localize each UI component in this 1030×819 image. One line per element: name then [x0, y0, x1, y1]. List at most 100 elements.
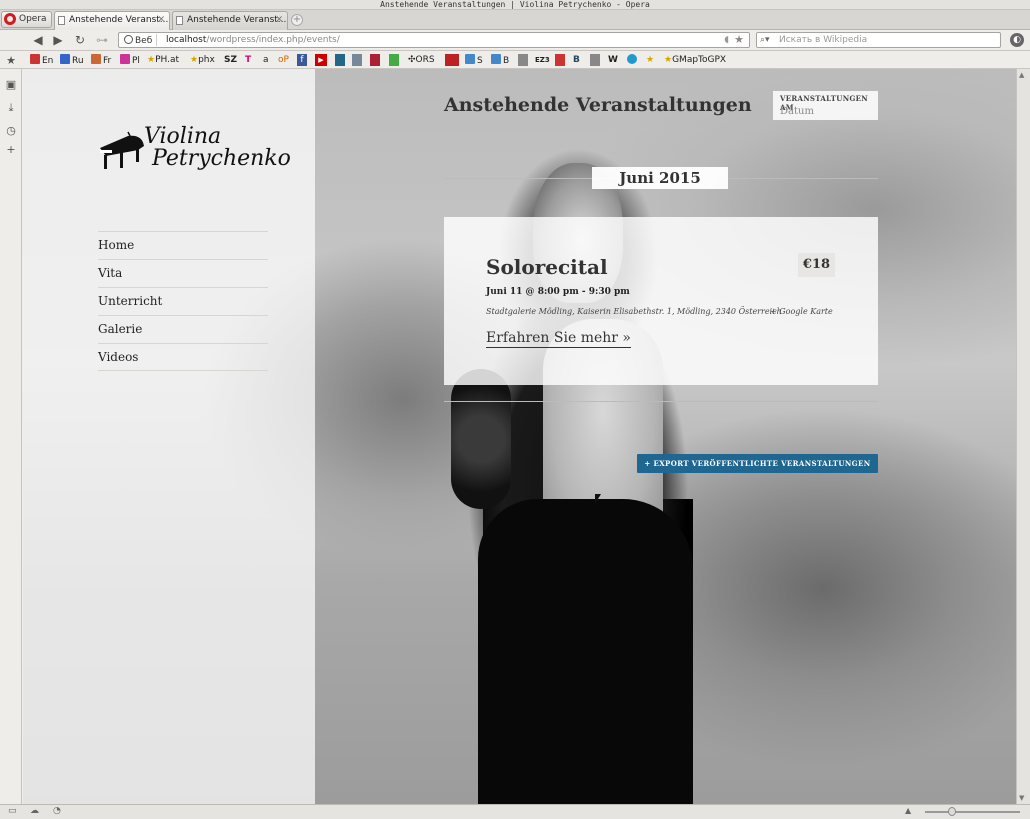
zoom-slider-handle[interactable]	[948, 807, 956, 816]
notes-panel-icon[interactable]: ▣	[5, 79, 17, 91]
panel-toggle-icon[interactable]: ▭	[8, 806, 17, 816]
bookmark-item[interactable]: ✣ORS	[408, 54, 435, 66]
play-icon[interactable]	[627, 54, 637, 64]
nav-item-videos[interactable]: Videos	[98, 343, 268, 371]
status-bar: ▭ ☁ ◔ ▲	[0, 804, 1030, 819]
bookmarks-panel-icon[interactable]: ★	[5, 55, 17, 67]
cloud-icon[interactable]: ☁	[30, 806, 39, 816]
url-host: localhost	[166, 35, 207, 45]
bookmark-star-icon[interactable]: ★	[734, 33, 744, 47]
scroll-down-icon[interactable]: ▼	[1019, 794, 1024, 802]
bookmark-item[interactable]: EZ3	[535, 54, 550, 66]
bookmark-item[interactable]: Pl	[120, 54, 140, 66]
tab-bar: Opera Anstehende Veranst... ✕ Anstehende…	[0, 10, 1030, 30]
key-icon[interactable]: ⊶	[94, 32, 110, 48]
close-tab-icon[interactable]: ✕	[275, 12, 283, 29]
bookmark-item[interactable]: ★phx	[190, 54, 215, 66]
date-filter-input[interactable]: Datum	[780, 106, 814, 117]
bookmark-icon[interactable]	[352, 54, 362, 66]
event-card: Solorecital €18 Juni 11 @ 8:00 pm - 9:30…	[444, 217, 878, 385]
opera-speed-icon[interactable]: ◐	[1010, 33, 1024, 47]
close-tab-icon[interactable]: ✕	[157, 12, 165, 29]
bookmark-icon[interactable]	[555, 54, 565, 66]
bookmark-icon[interactable]	[335, 54, 345, 66]
event-datetime: Juni 11 @ 8:00 pm - 9:30 pm	[486, 287, 630, 297]
search-placeholder: Искать в Wikipedia	[779, 35, 868, 45]
search-input[interactable]: ⌕▾ Искать в Wikipedia	[756, 32, 1001, 48]
mouse-cursor-icon	[595, 494, 601, 504]
flag-icon	[91, 54, 101, 64]
bookmark-item[interactable]: a	[263, 54, 269, 66]
tab-label: Anstehende Veranst...	[69, 15, 169, 25]
photo-figure-arm	[451, 369, 511, 509]
opera-menu-label: Opera	[19, 14, 47, 24]
nav-item-home[interactable]: Home	[98, 231, 268, 259]
url-path: /wordpress/index.php/events/	[206, 35, 340, 45]
rss-icon[interactable]: ◖	[724, 33, 729, 47]
wikipedia-icon[interactable]: W	[608, 54, 618, 66]
ors-icon: ✣	[408, 55, 416, 65]
bookmark-icon[interactable]	[370, 54, 380, 66]
nav-item-vita[interactable]: Vita	[98, 259, 268, 287]
bookmark-icon[interactable]	[590, 54, 600, 66]
flag-icon	[60, 54, 70, 64]
bookmark-item[interactable]: oP	[278, 54, 289, 66]
address-url[interactable]: localhost/wordpress/index.php/events/	[166, 33, 340, 47]
event-price-badge: €18	[798, 253, 835, 277]
forward-icon[interactable]: ▶	[50, 32, 66, 48]
bookmark-icon[interactable]	[389, 54, 399, 66]
scroll-up-icon[interactable]: ▲	[1019, 71, 1024, 79]
bookmark-item[interactable]: B	[491, 54, 509, 66]
opera-menu-button[interactable]: Opera	[1, 11, 52, 28]
sidebar-overlay	[23, 69, 315, 804]
reload-icon[interactable]: ↻	[72, 32, 88, 48]
event-divider	[444, 401, 878, 402]
zoom-arrow-icon[interactable]: ▲	[905, 806, 911, 815]
google-map-link[interactable]: + Google Karte	[770, 307, 833, 316]
page-viewport: Violina Petrychenko Home Vita Unterricht…	[23, 69, 1016, 804]
history-panel-icon[interactable]: ◷	[5, 125, 17, 137]
bookmark-icon[interactable]	[518, 54, 528, 66]
nav-item-galerie[interactable]: Galerie	[98, 315, 268, 343]
photo-figure-dress	[478, 499, 693, 804]
bookmark-item[interactable]: Fr	[91, 54, 111, 66]
vertical-scrollbar[interactable]: ▲ ▼	[1016, 69, 1030, 804]
globe-icon	[124, 35, 133, 44]
star-icon[interactable]: ★	[646, 54, 654, 66]
bookmark-item[interactable]: En	[30, 54, 53, 66]
speed-dial-icon[interactable]: ◔	[53, 806, 61, 816]
nav-item-unterricht[interactable]: Unterricht	[98, 287, 268, 315]
bookmark-item[interactable]: SZ	[224, 54, 237, 66]
zoom-slider[interactable]	[925, 811, 1020, 813]
date-filter[interactable]: VERANSTALTUNGEN AM Datum	[773, 91, 878, 120]
address-bar[interactable]: Веб localhost/wordpress/index.php/events…	[118, 32, 750, 48]
bookmark-icon[interactable]	[445, 54, 459, 66]
page-icon	[58, 16, 65, 25]
event-title[interactable]: Solorecital	[486, 255, 608, 279]
back-icon[interactable]: ◀	[30, 32, 46, 48]
site-info-badge[interactable]: Веб	[122, 34, 158, 46]
bookmark-item[interactable]: S	[465, 54, 483, 66]
site-logo[interactable]: Violina Petrychenko	[98, 124, 291, 174]
new-tab-icon[interactable]: +	[291, 14, 303, 26]
add-panel-icon[interactable]: +	[5, 144, 17, 156]
bookmark-item[interactable]: T	[245, 54, 251, 66]
logo-last-name: Petrychenko	[152, 146, 291, 171]
bookmark-icon	[465, 54, 475, 64]
navigation-bar: ◀ ▶ ↻ ⊶ Веб localhost/wordpress/index.ph…	[0, 30, 1030, 51]
tab-events-inactive[interactable]: Anstehende Veranst... ✕	[172, 11, 288, 30]
bookmark-item[interactable]: ★PH.at	[147, 54, 179, 66]
bookmark-item[interactable]: Ru	[60, 54, 84, 66]
bookmark-icon[interactable]: B	[573, 54, 580, 66]
downloads-panel-icon[interactable]: ⤓	[5, 102, 17, 114]
facebook-icon[interactable]: f	[297, 54, 307, 66]
month-heading: Juni 2015	[592, 167, 728, 189]
side-panel	[0, 69, 22, 804]
export-events-button[interactable]: + EXPORT VERÖFFENTLICHTE VERANSTALTUNGEN	[637, 454, 878, 473]
read-more-link[interactable]: Erfahren Sie mehr »	[486, 330, 631, 348]
bookmark-item[interactable]: ★GMapToGPX	[664, 54, 726, 66]
tab-label: Anstehende Veranst...	[187, 15, 287, 25]
youtube-icon[interactable]: ▶	[315, 54, 327, 66]
piano-icon	[100, 131, 144, 169]
tab-events-active[interactable]: Anstehende Veranst... ✕	[54, 11, 170, 30]
